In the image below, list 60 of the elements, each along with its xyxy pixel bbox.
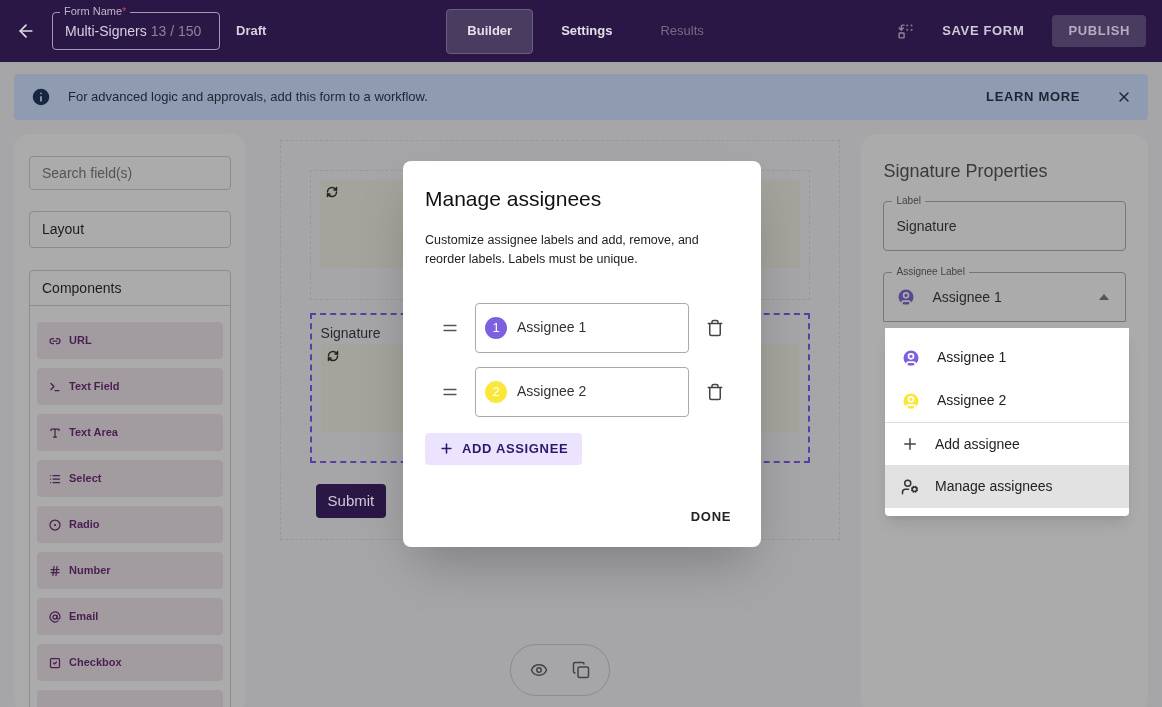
number-badge: 1 (485, 316, 507, 339)
modal-title: Manage assignees (425, 186, 603, 212)
banner-text: For advanced logic and approvals, add this form to a workflow. (68, 88, 428, 107)
number-badge: 2 (485, 380, 507, 403)
email-icon (49, 610, 61, 623)
text-field-icon (49, 380, 61, 393)
assignee-value: Assignee 1 (517, 318, 587, 337)
refresh-icon[interactable] (326, 350, 339, 362)
menu-item[interactable]: Assignee 2 (885, 379, 1129, 422)
signature-label: Signature (320, 324, 381, 343)
component-item[interactable]: Text Field (37, 368, 223, 405)
field-label: Label (892, 196, 925, 206)
save-form-button[interactable]: SAVE FORM (934, 21, 1033, 41)
number-icon (49, 564, 61, 577)
refresh-icon[interactable] (325, 186, 338, 198)
text-area-icon (49, 426, 61, 439)
component-item[interactable]: Email (37, 598, 223, 635)
preview-icon[interactable] (530, 661, 549, 679)
form-name-value: Multi-Signers (65, 21, 147, 41)
component-item[interactable]: Select (37, 460, 223, 497)
copy-icon[interactable] (572, 661, 591, 679)
assignee-value: Assignee 2 (517, 382, 587, 401)
delete-icon[interactable] (706, 318, 724, 337)
select-icon (49, 472, 61, 485)
component-item[interactable]: URL (37, 322, 223, 359)
status-text: Draft (236, 22, 267, 41)
layout-section[interactable]: Layout (29, 211, 231, 248)
done-button[interactable]: DONE (690, 506, 731, 526)
component-item[interactable]: Checkbox (37, 644, 223, 681)
tab[interactable]: Builder (446, 8, 534, 54)
tab[interactable]: Settings (541, 8, 633, 54)
component-item[interactable]: Number (37, 552, 223, 589)
assignee-field[interactable]: 1 Assignee 1 (475, 302, 689, 353)
field-label: Assignee Label (892, 267, 969, 277)
user-gear-icon (901, 477, 919, 496)
checkbox-icon (49, 656, 61, 669)
menu-item[interactable]: Manage assignees (885, 465, 1129, 508)
delete-icon[interactable] (706, 382, 724, 401)
learn-more-button[interactable]: LEARN MORE (986, 87, 1080, 107)
component-item[interactable]: Text Area (37, 414, 223, 451)
label-value: Signature (896, 216, 957, 236)
add-assignee-button[interactable]: ADD ASSIGNEE (425, 432, 583, 465)
assignee-field[interactable]: 2 Assignee 2 (475, 366, 689, 417)
component-item[interactable]: Radio (37, 506, 223, 543)
modal-description: Customize assignee labels and add, remove, and reorder labels. Labels must be unique. (425, 231, 700, 268)
char-count: 13 / 150 (150, 21, 202, 41)
submit-button[interactable]: Submit (315, 484, 387, 518)
search-field[interactable]: Search field(s) (29, 156, 231, 190)
radio-icon (49, 518, 61, 531)
select-value: Assignee 1 (932, 287, 1002, 307)
components-header[interactable]: Components (30, 271, 230, 306)
menu-item[interactable]: Assignee 1 (885, 336, 1129, 379)
info-icon (30, 86, 52, 108)
plus-icon (439, 441, 454, 456)
publish-button[interactable]: PUBLISH (1052, 15, 1146, 47)
field-label: Form Name* (60, 6, 131, 17)
replace-icon[interactable] (897, 22, 915, 40)
caret-up-icon (1099, 294, 1109, 300)
panel-title: Signature Properties (883, 160, 1049, 183)
plus-icon (901, 435, 919, 453)
